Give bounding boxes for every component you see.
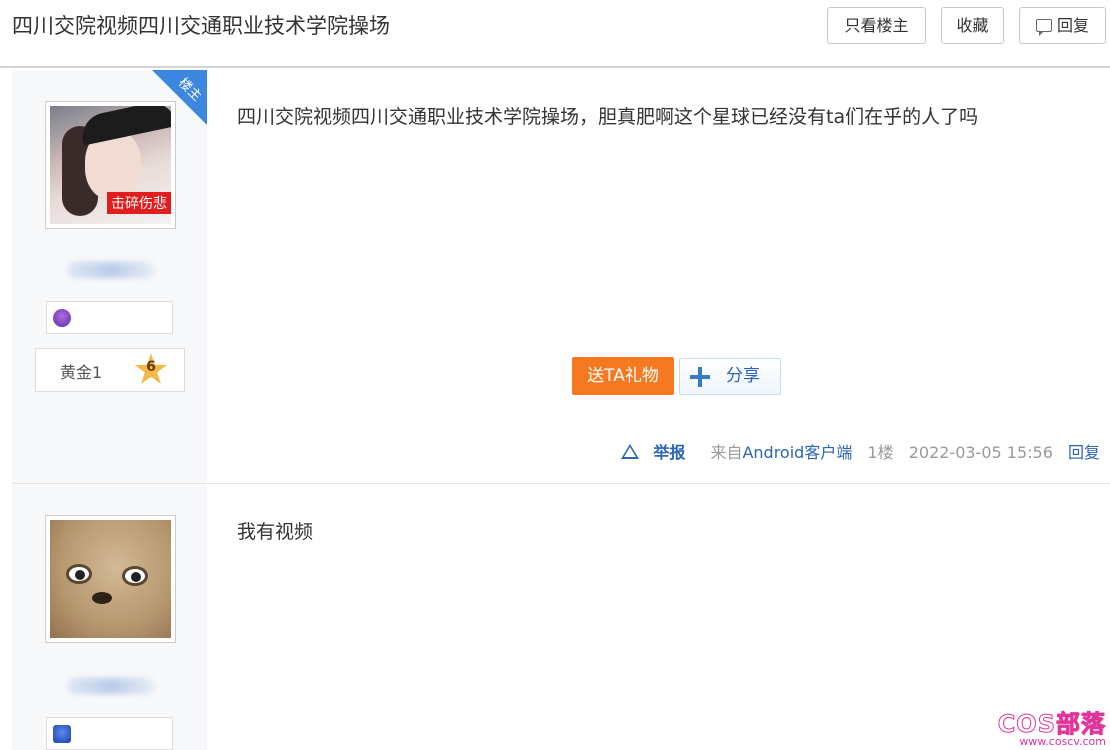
post-floor-1: 楼主 击碎伤悲 黄金1 6 四川交院视频四川交通职业技术学院操场，胆真肥啊这个星… — [12, 70, 1110, 484]
avatar-image — [50, 520, 171, 638]
comment-icon — [1035, 19, 1052, 36]
share-label: 分享 — [726, 366, 760, 386]
rank-level: 6 — [146, 359, 156, 375]
avatar[interactable] — [45, 515, 176, 643]
plus-icon — [690, 367, 710, 387]
post-reply-link[interactable]: 回复 — [1068, 443, 1100, 462]
reply-button-label: 回复 — [1056, 16, 1089, 35]
owner-badge-label: 楼主 — [175, 75, 205, 105]
warning-icon — [621, 444, 640, 459]
post-text: 我有视频 — [237, 521, 314, 543]
post-meta: 举报 来自Android客户端 1楼 2022-03-05 15:56 回复 — [611, 439, 1100, 463]
level-badge-icon — [53, 309, 71, 327]
client-source: 来自Android客户端 — [710, 443, 853, 462]
client-link[interactable]: Android客户端 — [742, 443, 852, 462]
level-box — [46, 301, 173, 334]
send-gift-button[interactable]: 送TA礼物 — [572, 357, 674, 395]
username-blurred[interactable] — [67, 262, 155, 278]
rank-box: 黄金1 6 — [35, 348, 185, 392]
watermark-brand: COS部落 — [997, 710, 1106, 738]
post-floor-2: 我有视频 — [12, 485, 1110, 750]
thread-title: 四川交院视频四川交通职业技术学院操场 — [12, 14, 390, 38]
post-content: 我有视频 — [207, 485, 1110, 750]
post-content: 四川交院视频四川交通职业技术学院操场，胆真肥啊这个星球已经没有ta们在乎的人了吗… — [207, 70, 1110, 483]
post-time: 2022-03-05 15:56 — [908, 443, 1053, 462]
report-link[interactable]: 举报 — [611, 443, 685, 462]
reply-button[interactable]: 回复 — [1019, 7, 1106, 44]
thread-header: 四川交院视频四川交通职业技术学院操场 只看楼主 收藏 回复 — [0, 0, 1110, 68]
avatar-tag: 击碎伤悲 — [107, 192, 171, 214]
level-badge-icon — [53, 725, 71, 743]
author-sidebar — [12, 485, 207, 750]
level-box — [46, 717, 173, 750]
author-sidebar: 楼主 击碎伤悲 黄金1 6 — [12, 70, 207, 483]
avatar[interactable]: 击碎伤悲 — [45, 101, 176, 229]
favorite-button[interactable]: 收藏 — [941, 7, 1004, 44]
post-text: 四川交院视频四川交通职业技术学院操场，胆真肥啊这个星球已经没有ta们在乎的人了吗 — [237, 106, 979, 128]
avatar-image: 击碎伤悲 — [50, 106, 171, 224]
username-blurred[interactable] — [67, 678, 155, 694]
rank-label: 黄金1 — [60, 363, 103, 382]
share-button[interactable]: 分享 — [679, 358, 781, 395]
only-owner-button[interactable]: 只看楼主 — [827, 7, 926, 44]
floor-number: 1楼 — [867, 443, 894, 462]
watermark-logo: COS部落 www.coscv.com — [997, 710, 1106, 748]
